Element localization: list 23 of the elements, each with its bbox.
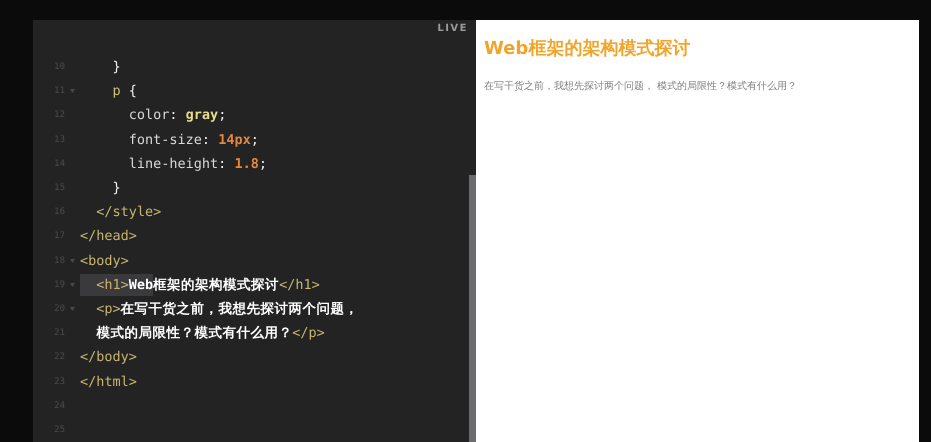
code-editor[interactable] (33, 20, 476, 442)
code-line: color: gray; (128, 107, 226, 124)
code-line: } (112, 59, 121, 76)
code-line: line-height: 1.8; (128, 156, 267, 172)
code-line: 模式的局限性？模式有什么用？</p> (95, 324, 325, 342)
code-line: </body> (80, 349, 137, 366)
code-line: </head> (80, 228, 137, 244)
fold-caret-icon[interactable] (70, 306, 75, 311)
code-line: </style> (95, 204, 162, 220)
code-line: <body> (80, 252, 129, 269)
code-line: </html> (80, 374, 137, 390)
code-line: <h1>Web框架的架构模式探讨</h1> (80, 276, 320, 294)
code-line: <p>在写干货之前，我想先探讨两个问题， (95, 300, 359, 318)
code-line: p { (112, 83, 137, 100)
scrollbar-thumb[interactable] (469, 175, 476, 442)
code-line: } (112, 180, 121, 196)
code-line: font-size: 14px; (128, 132, 259, 148)
preview-heading: Web框架的架构模式探讨 (484, 37, 692, 60)
fold-caret-icon[interactable] (70, 282, 75, 287)
live-label: LIVE (437, 23, 468, 34)
preview-paragraph: 在写干货之前，我想先探讨两个问题， 模式的局限性？模式有什么用？ (484, 80, 798, 94)
fold-caret-icon[interactable] (70, 89, 75, 94)
fold-caret-icon[interactable] (70, 258, 75, 263)
